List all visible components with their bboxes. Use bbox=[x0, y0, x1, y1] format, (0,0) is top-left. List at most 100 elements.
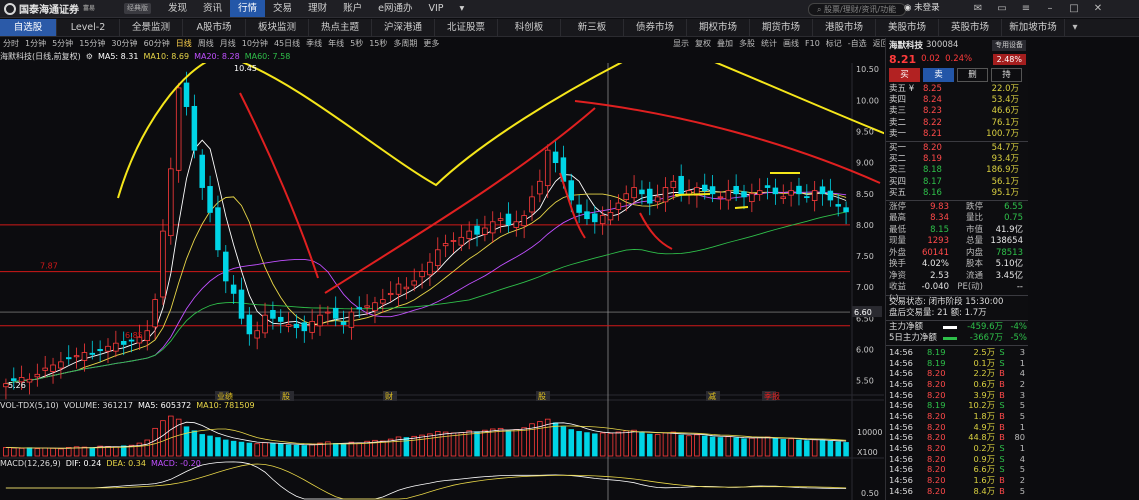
chart-option[interactable]: 画线 bbox=[780, 37, 802, 50]
market-tab[interactable]: 期货市场 bbox=[750, 19, 813, 36]
market-tab[interactable]: 新三板 bbox=[561, 19, 624, 36]
candle-body bbox=[631, 187, 637, 199]
settings-icon[interactable]: ⚙ bbox=[86, 51, 93, 63]
menu-item[interactable]: 交易 bbox=[265, 0, 300, 17]
order-label: 买三 bbox=[889, 165, 907, 176]
period-option[interactable]: 多周期 bbox=[390, 37, 420, 50]
stat-key: 换手 bbox=[889, 259, 907, 270]
menu-icon[interactable]: ≡ bbox=[1014, 2, 1038, 15]
sell-button[interactable]: 卖 bbox=[923, 68, 954, 82]
market-tab[interactable]: 科创板 bbox=[498, 19, 561, 36]
menu-item[interactable]: 发现 bbox=[160, 0, 195, 17]
chart-option[interactable]: 统计 bbox=[758, 37, 780, 50]
chart-option[interactable]: -自选 bbox=[845, 37, 870, 50]
tick-price: 8.20 bbox=[927, 368, 946, 379]
chart-option[interactable]: 显示 bbox=[670, 37, 692, 50]
period-option[interactable]: 年线 bbox=[325, 37, 347, 50]
menu-item[interactable]: e网通办 bbox=[370, 0, 420, 17]
annotation-red-arrow bbox=[239, 92, 319, 279]
menu-item[interactable]: 行情 bbox=[230, 0, 266, 17]
tick-side: B bbox=[999, 378, 1005, 389]
market-tab[interactable]: 板块监测 bbox=[246, 19, 309, 36]
industry-tag[interactable]: 专用设备 bbox=[992, 39, 1026, 51]
tick-side: B bbox=[999, 389, 1005, 400]
stat-key: 总量 bbox=[965, 236, 983, 247]
tick-price: 8.19 bbox=[927, 346, 946, 357]
period-option[interactable]: 分时 bbox=[0, 37, 22, 50]
stat-row: 收益(-) -0.040 PE(动) -- bbox=[886, 282, 1028, 304]
period-option[interactable]: 季线 bbox=[303, 37, 325, 50]
candle-body bbox=[403, 286, 410, 290]
market-tab[interactable]: 期权市场 bbox=[687, 19, 750, 36]
maximize-icon[interactable]: □ bbox=[1062, 2, 1086, 15]
order-label: 买二 bbox=[889, 154, 907, 165]
market-tab[interactable]: A股市场 bbox=[183, 19, 246, 36]
period-option[interactable]: 周线 bbox=[195, 37, 217, 50]
menu-more-icon[interactable]: ▾ bbox=[451, 0, 472, 17]
market-tab[interactable]: 港股市场 bbox=[813, 19, 876, 36]
stock-code: 300084 bbox=[926, 40, 959, 50]
high-price-label: 10.45 bbox=[234, 64, 257, 73]
vol-value: VOLUME: 361217 bbox=[63, 401, 133, 410]
period-option[interactable]: 更多 bbox=[420, 37, 442, 50]
order-price: 8.22 bbox=[923, 117, 942, 128]
period-option[interactable]: 5秒 bbox=[347, 37, 366, 50]
candle-body bbox=[474, 225, 480, 235]
period-option[interactable]: 15秒 bbox=[366, 37, 390, 50]
market-tab[interactable]: 新加坡市场 bbox=[1002, 19, 1065, 36]
period-option[interactable]: 60分钟 bbox=[141, 37, 173, 50]
menu-item[interactable]: 理财 bbox=[300, 0, 335, 17]
delete-button[interactable]: 删 bbox=[957, 68, 988, 82]
candle-body bbox=[607, 212, 614, 221]
volume-bar bbox=[168, 415, 174, 457]
market-tab[interactable]: 北证股票 bbox=[435, 19, 498, 36]
period-option[interactable]: 15分钟 bbox=[76, 37, 108, 50]
chart-option[interactable]: 多股 bbox=[736, 37, 758, 50]
period-option[interactable]: 45日线 bbox=[271, 37, 303, 50]
period-option[interactable]: 30分钟 bbox=[108, 37, 140, 50]
volume-bar bbox=[262, 442, 268, 457]
market-tab[interactable]: 自选股 bbox=[0, 19, 57, 36]
flow-value: -3667万 bbox=[969, 332, 1003, 343]
candle-body bbox=[230, 284, 237, 294]
period-option[interactable]: 日线 bbox=[173, 37, 195, 50]
chart-option[interactable]: 叠加 bbox=[714, 37, 736, 50]
tick-row: 14:56 8.20 2.2万 B 4 bbox=[886, 368, 1028, 379]
candle-body bbox=[26, 378, 33, 383]
market-tab[interactable]: 债券市场 bbox=[624, 19, 687, 36]
market-tab[interactable]: Level-2 bbox=[57, 19, 120, 36]
tick-time: 14:56 bbox=[889, 346, 913, 357]
skin-switch-button[interactable]: 经典版 bbox=[124, 3, 151, 14]
candle-body bbox=[647, 188, 653, 204]
mail-icon[interactable]: ✉ bbox=[966, 2, 990, 15]
hold-button[interactable]: 持 bbox=[991, 68, 1022, 82]
period-option[interactable]: 月线 bbox=[217, 37, 239, 50]
chart-option[interactable]: 复权 bbox=[692, 37, 714, 50]
chart-option[interactable]: F10 bbox=[802, 37, 823, 50]
market-tab[interactable]: 全景监测 bbox=[120, 19, 183, 36]
volume-bar bbox=[497, 427, 504, 457]
period-option[interactable]: 10分钟 bbox=[239, 37, 271, 50]
search-input[interactable]: ⌕ 股票/理财/资讯/功能 bbox=[808, 3, 906, 16]
period-option[interactable]: 1分钟 bbox=[22, 37, 49, 50]
monitor-icon[interactable]: ▭ bbox=[990, 2, 1014, 15]
login-button[interactable]: ◉ 未登录 bbox=[904, 2, 940, 15]
market-tab[interactable]: 英股市场 bbox=[939, 19, 1002, 36]
market-tab[interactable]: 美股市场 bbox=[876, 19, 939, 36]
order-volume: 100.7万 bbox=[986, 128, 1019, 139]
menu-item[interactable]: 资讯 bbox=[195, 0, 230, 17]
candle-body bbox=[348, 311, 355, 328]
period-option[interactable]: 5分钟 bbox=[49, 37, 76, 50]
buy-button[interactable]: 买 bbox=[889, 68, 920, 82]
candle-body bbox=[152, 299, 158, 328]
minimize-icon[interactable]: – bbox=[1038, 2, 1062, 15]
market-tab[interactable]: 热点主题 bbox=[309, 19, 372, 36]
market-tab[interactable]: 沪深港通 bbox=[372, 19, 435, 36]
menu-item[interactable]: 账户 bbox=[335, 0, 370, 17]
close-icon[interactable]: ✕ bbox=[1086, 2, 1110, 15]
chart-option[interactable]: 标记 bbox=[823, 37, 845, 50]
candle-body bbox=[623, 193, 629, 200]
kline-chart[interactable]: 10.5010.009.509.008.508.007.507.006.506.… bbox=[0, 63, 884, 500]
tab-more-icon[interactable]: ▾ bbox=[1065, 19, 1085, 36]
menu-item[interactable]: VIP bbox=[420, 0, 451, 17]
